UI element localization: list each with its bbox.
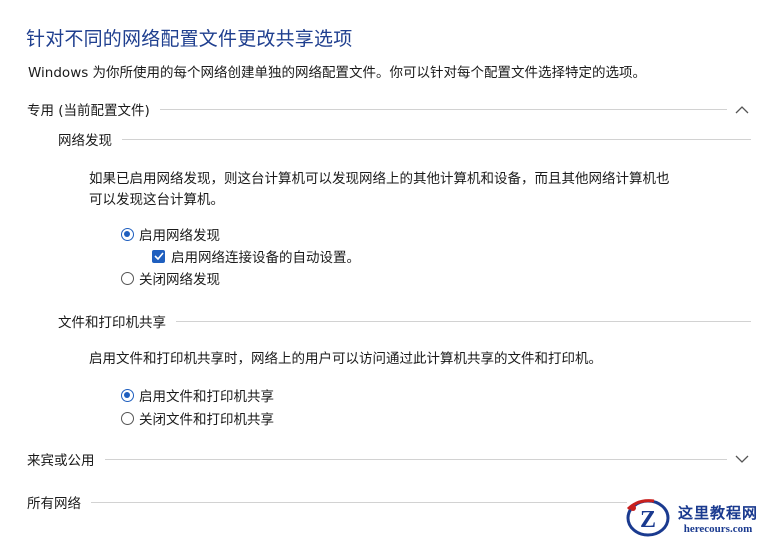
network-discovery-description: 如果已启用网络发现，则这台计算机可以发现网络上的其他计算机和设备，而且其他网络计… (89, 169, 670, 211)
radio-selected-icon[interactable] (121, 227, 134, 241)
divider (104, 458, 727, 460)
file-printer-sharing-label: 文件和打印机共享 (58, 315, 166, 331)
radio-file-sharing-off[interactable]: 关闭文件和打印机共享 (121, 408, 274, 428)
divider (122, 138, 751, 140)
watermark-logo-letter: Z (640, 507, 656, 533)
divider (91, 501, 627, 503)
radio-file-sharing-off-label: 关闭文件和打印机共享 (139, 412, 274, 428)
network-discovery-description-line1: 如果已启用网络发现，则这台计算机可以发现网络上的其他计算机和设备，而且其他网络计… (89, 171, 670, 187)
watermark-logo-icon: Z (626, 499, 670, 537)
radio-network-discovery-off[interactable]: 关闭网络发现 (121, 268, 220, 288)
radio-unselected-icon[interactable] (121, 271, 134, 285)
radio-network-discovery-on-label: 启用网络发现 (139, 228, 220, 244)
section-private-header[interactable]: 专用 (当前配置文件) (27, 99, 757, 119)
radio-selected-icon[interactable] (121, 388, 134, 402)
radio-network-discovery-off-label: 关闭网络发现 (139, 272, 220, 288)
section-all-networks-header[interactable]: 所有网络 (27, 492, 627, 512)
checkmark-icon[interactable] (152, 249, 165, 263)
subsection-file-printer-sharing: 文件和打印机共享 (58, 311, 751, 331)
chevron-up-icon[interactable] (727, 99, 757, 119)
divider (176, 320, 751, 322)
section-private-label: 专用 (当前配置文件) (27, 103, 150, 119)
section-guest-public-header[interactable]: 来宾或公用 (27, 449, 757, 469)
watermark-url: herecours.com (683, 522, 753, 535)
page-title: 针对不同的网络配置文件更改共享选项 (26, 28, 353, 50)
watermark-name: 这里教程网 (677, 503, 758, 522)
page-description: Windows 为你所使用的每个网络创建单独的网络配置文件。你可以针对每个配置文… (28, 65, 647, 81)
network-discovery-description-line2: 可以发现这台计算机。 (89, 192, 224, 208)
watermark: Z 这里教程网 herecours.com (624, 497, 758, 539)
subsection-network-discovery: 网络发现 (58, 129, 751, 149)
network-discovery-label: 网络发现 (58, 133, 112, 149)
radio-network-discovery-on[interactable]: 启用网络发现 (121, 224, 220, 244)
section-guest-public-label: 来宾或公用 (27, 453, 95, 469)
radio-file-sharing-on[interactable]: 启用文件和打印机共享 (121, 385, 274, 405)
chevron-down-icon[interactable] (727, 449, 757, 469)
divider (159, 108, 727, 110)
radio-unselected-icon[interactable] (121, 411, 134, 425)
file-printer-sharing-description: 启用文件和打印机共享时，网络上的用户可以访问通过此计算机共享的文件和打印机。 (89, 351, 602, 367)
checkbox-auto-setup-label: 启用网络连接设备的自动设置。 (171, 250, 360, 266)
radio-file-sharing-on-label: 启用文件和打印机共享 (139, 389, 274, 405)
checkbox-auto-setup[interactable]: 启用网络连接设备的自动设置。 (152, 246, 360, 266)
section-all-networks-label: 所有网络 (27, 496, 81, 512)
watermark-text: 这里教程网 herecours.com (678, 502, 758, 535)
